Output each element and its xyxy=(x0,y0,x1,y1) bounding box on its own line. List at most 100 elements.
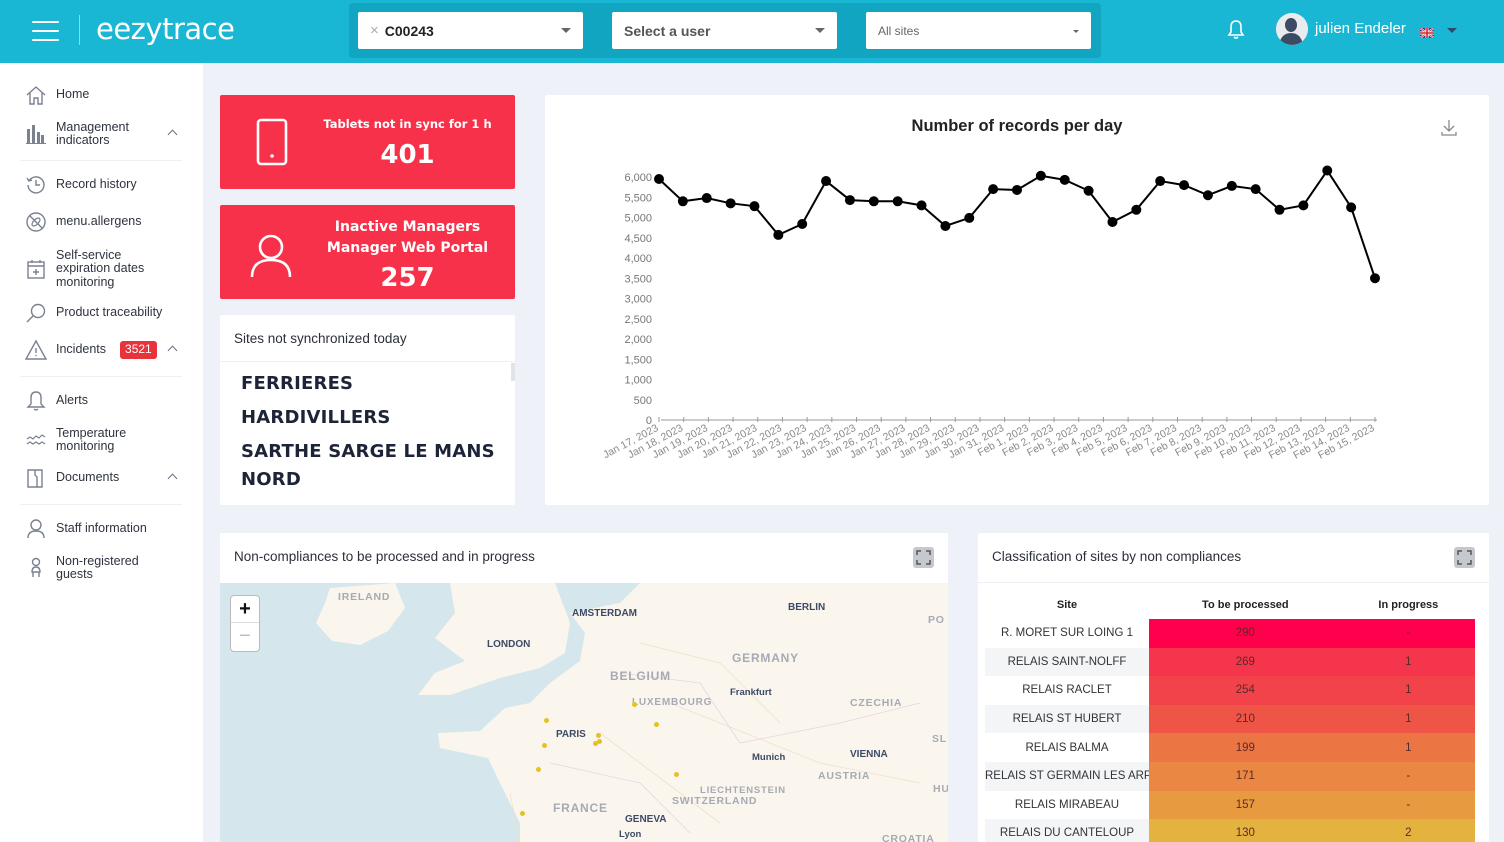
clear-icon[interactable]: × xyxy=(370,22,379,39)
data-point[interactable] xyxy=(749,201,760,212)
user-avatar[interactable] xyxy=(1276,13,1308,45)
sidebar-item-label: Product traceability xyxy=(56,305,163,320)
data-point[interactable] xyxy=(1155,176,1166,187)
data-point[interactable] xyxy=(940,221,951,232)
user-select[interactable]: Select a user xyxy=(612,12,837,49)
chevron-up-icon[interactable] xyxy=(167,345,178,356)
scrollbar[interactable] xyxy=(511,363,515,381)
chevron-up-icon[interactable] xyxy=(167,129,178,140)
data-point[interactable] xyxy=(1083,185,1094,196)
site-marker[interactable] xyxy=(597,739,602,744)
data-point[interactable] xyxy=(654,174,664,185)
sites-not-synced-card: Sites not synchronized today FERRIERES H… xyxy=(220,315,515,505)
data-point[interactable] xyxy=(892,196,903,207)
data-point[interactable] xyxy=(1226,180,1237,191)
in-progress-cell: - xyxy=(1341,761,1475,791)
table-row[interactable]: RELAIS MIRABEAU 157- xyxy=(985,790,1475,820)
sidebar-item-label: Staff information xyxy=(56,521,147,536)
site-marker[interactable] xyxy=(632,702,637,707)
sidebar-item-staff[interactable]: Staff information xyxy=(24,517,194,541)
kpi-inactive-managers[interactable]: Inactive Managers Manager Web Portal 257 xyxy=(220,205,515,299)
site-cell: RELAIS ST HUBERT xyxy=(985,704,1149,734)
sidebar-item-self-service[interactable]: Self-service expiration dates monitoring xyxy=(24,248,194,290)
data-point[interactable] xyxy=(1012,184,1022,195)
data-point[interactable] xyxy=(1274,204,1285,215)
data-point[interactable] xyxy=(1322,165,1333,176)
zoom-in-button[interactable]: + xyxy=(231,596,259,623)
data-point[interactable] xyxy=(868,196,879,207)
data-point[interactable] xyxy=(1202,190,1213,201)
data-point[interactable] xyxy=(1107,216,1118,227)
zoom-out-button[interactable]: − xyxy=(231,623,259,650)
sidebar-scrollbar[interactable] xyxy=(203,63,207,842)
site-marker[interactable] xyxy=(520,811,525,816)
user-name[interactable]: julien Endeler xyxy=(1315,20,1406,37)
site-marker[interactable] xyxy=(674,772,679,777)
divider xyxy=(20,376,182,377)
expand-map-button[interactable] xyxy=(913,547,934,568)
user-menu-chevron-icon[interactable] xyxy=(1447,28,1457,33)
sidebar-item-label: menu.allergens xyxy=(56,214,142,229)
kpi-tablets-not-synced[interactable]: Tablets not in sync for 1 h 401 xyxy=(220,95,515,189)
data-point[interactable] xyxy=(677,196,688,207)
data-point[interactable] xyxy=(844,195,855,206)
sidebar-item-product-traceability[interactable]: Product traceability xyxy=(24,301,194,325)
table-row[interactable]: R. MORET SUR LOING 1 290- xyxy=(985,619,1475,648)
sidebar-item-alerts[interactable]: Alerts xyxy=(24,389,194,413)
expand-classification-button[interactable] xyxy=(1454,547,1475,568)
sidebar-item-home[interactable]: Home xyxy=(24,83,194,107)
table-row[interactable]: RELAIS RACLET 254 1 xyxy=(985,676,1475,705)
site-marker[interactable] xyxy=(544,718,549,723)
data-point[interactable] xyxy=(1035,170,1046,181)
data-point[interactable] xyxy=(701,193,712,204)
sidebar-item-allergens[interactable]: menu.allergens xyxy=(24,210,194,234)
app-logo[interactable]: eezytrace xyxy=(96,12,235,46)
column-header-to-process[interactable]: To be processed xyxy=(1149,591,1342,619)
data-point[interactable] xyxy=(773,229,784,240)
menu-icon[interactable] xyxy=(32,21,59,41)
table-row[interactable]: RELAIS SAINT-NOLFF 269 1 xyxy=(985,647,1475,677)
data-point[interactable] xyxy=(1298,200,1309,211)
table-row[interactable]: RELAIS ST GERMAIN LES ARPAJON171- xyxy=(985,761,1475,791)
data-point[interactable] xyxy=(1179,180,1190,191)
data-point[interactable] xyxy=(1131,204,1142,215)
data-point[interactable] xyxy=(725,198,736,209)
site-item: SARTHE SARGE LE MANS xyxy=(241,441,495,462)
table-row[interactable]: RELAIS DU CANTELOUP 130 2 xyxy=(985,819,1475,842)
non-compliance-map[interactable]: IRELAND GERMANY BELGIUM LUXEMBOURG CZECH… xyxy=(220,583,948,842)
data-point[interactable] xyxy=(964,212,975,223)
site-marker[interactable] xyxy=(654,722,659,727)
filter-bar: × C00243 Select a user All sites xyxy=(349,3,1101,58)
column-header-site[interactable]: Site xyxy=(985,591,1149,619)
data-point[interactable] xyxy=(1250,184,1261,195)
sidebar-item-documents[interactable]: Documents xyxy=(24,466,194,490)
table-row[interactable]: RELAIS BALMA 199 1 xyxy=(985,733,1475,762)
data-point[interactable] xyxy=(1370,273,1380,284)
chevron-up-icon[interactable] xyxy=(167,473,178,484)
sites-select[interactable]: All sites xyxy=(866,12,1091,49)
sidebar-item-management-indicators[interactable]: Management indicators xyxy=(24,119,194,149)
data-point[interactable] xyxy=(821,176,832,187)
classification-card: Classification of sites by non complianc… xyxy=(978,533,1489,842)
map-country-label: CROATIA xyxy=(882,833,935,842)
bell-icon xyxy=(24,389,48,413)
sidebar-item-incidents[interactable]: Incidents 3521 xyxy=(24,338,194,362)
site-marker[interactable] xyxy=(536,767,541,772)
kpi-value: 401 xyxy=(380,140,435,170)
incidents-count-badge: 3521 xyxy=(120,341,157,359)
notifications-bell-icon[interactable] xyxy=(1226,19,1246,41)
site-marker[interactable] xyxy=(596,733,601,738)
table-row[interactable]: RELAIS ST HUBERT 210 1 xyxy=(985,704,1475,734)
site-marker[interactable] xyxy=(542,743,547,748)
data-point[interactable] xyxy=(1059,174,1070,185)
data-point[interactable] xyxy=(1346,202,1357,213)
sidebar-item-temperature[interactable]: Temperature monitoring xyxy=(24,425,194,455)
uk-flag-icon[interactable] xyxy=(1419,25,1435,39)
data-point[interactable] xyxy=(988,184,999,195)
data-point[interactable] xyxy=(916,200,927,211)
sidebar-item-record-history[interactable]: Record history xyxy=(24,173,194,197)
data-point[interactable] xyxy=(797,218,808,229)
column-header-in-progress[interactable]: In progress xyxy=(1341,591,1475,619)
sidebar-item-guests[interactable]: Non-registered guests xyxy=(24,553,194,583)
client-select[interactable]: × C00243 xyxy=(358,12,583,49)
